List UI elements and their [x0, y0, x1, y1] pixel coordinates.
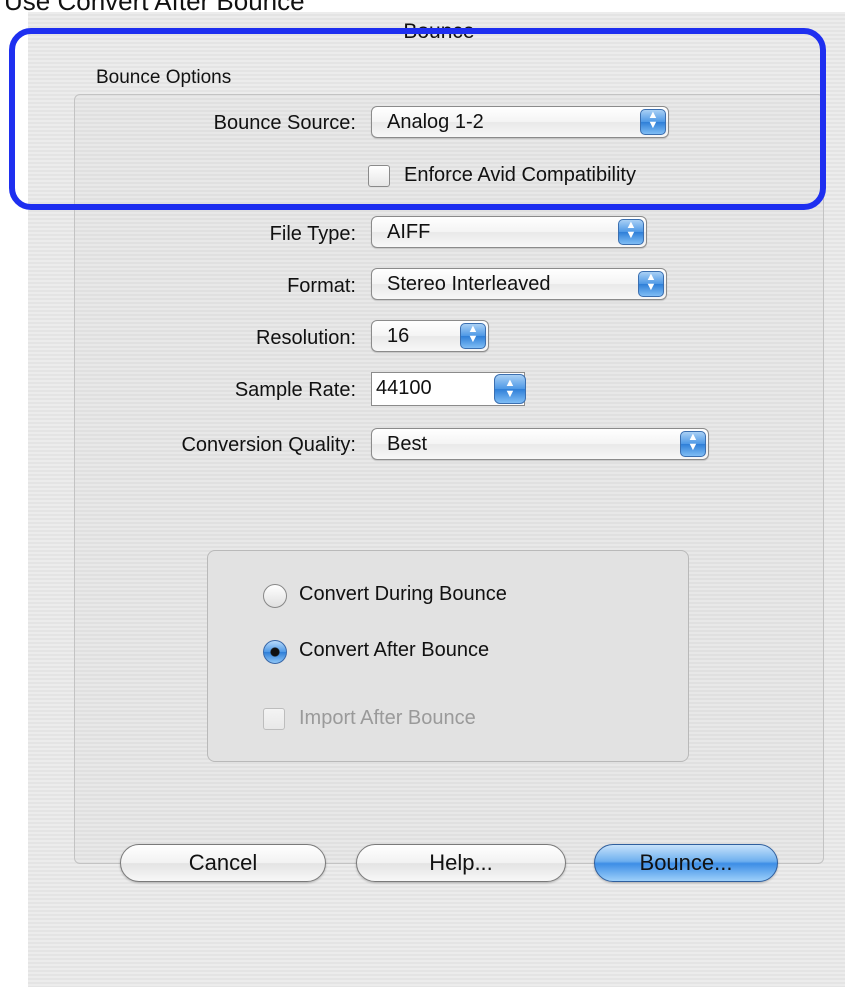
file-type-label: File Type: — [269, 223, 356, 245]
popup-arrows-icon: ▲ ▼ — [640, 109, 666, 135]
bounce-source-label: Bounce Source: — [213, 112, 356, 134]
file-type-popup[interactable]: AIFF ▲ ▼ — [371, 216, 647, 248]
resolution-label: Resolution: — [255, 327, 356, 349]
popup-arrows-icon: ▲ ▼ — [460, 323, 486, 349]
format-value: Stereo Interleaved — [387, 273, 551, 295]
avid-compat-label: Enforce Avid Compatibility — [404, 164, 636, 186]
file-type-value: AIFF — [387, 221, 431, 243]
resolution-value: 16 — [387, 325, 410, 347]
popup-arrows-icon: ▲ ▼ — [494, 374, 526, 404]
bounce-source-popup[interactable]: Analog 1-2 ▲ ▼ — [371, 106, 669, 138]
resolution-popup[interactable]: 16 ▲ ▼ — [371, 320, 489, 352]
bounce-source-value: Analog 1-2 — [387, 111, 484, 133]
sample-rate-value: 44100 — [376, 377, 432, 399]
conversion-quality-label: Conversion Quality: — [181, 434, 356, 456]
convert-after-bounce-label: Convert After Bounce — [299, 639, 490, 661]
help-button[interactable]: Help... — [356, 844, 566, 882]
conversion-quality-popup[interactable]: Best ▲ ▼ — [371, 428, 709, 460]
sample-rate-combo[interactable]: 44100 ▲ ▼ — [371, 372, 526, 406]
popup-arrows-icon: ▲ ▼ — [680, 431, 706, 457]
bounce-button[interactable]: Bounce... — [594, 844, 778, 882]
convert-after-bounce-radio[interactable] — [263, 640, 287, 664]
avid-compat-checkbox[interactable] — [368, 165, 390, 187]
conversion-quality-value: Best — [387, 433, 428, 455]
popup-arrows-icon: ▲ ▼ — [618, 219, 644, 245]
popup-arrows-icon: ▲ ▼ — [638, 271, 664, 297]
import-after-bounce-label: Import After Bounce — [299, 707, 476, 729]
sample-rate-label: Sample Rate: — [234, 379, 356, 401]
group-title: Bounce Options — [96, 67, 232, 88]
format-popup[interactable]: Stereo Interleaved ▲ ▼ — [371, 268, 667, 300]
convert-during-bounce-label: Convert During Bounce — [299, 583, 507, 605]
convert-during-bounce-radio[interactable] — [263, 584, 287, 608]
window-title: Bounce — [403, 20, 475, 43]
import-after-bounce-checkbox — [263, 708, 285, 730]
cancel-button[interactable]: Cancel — [120, 844, 326, 882]
format-label: Format: — [287, 275, 356, 297]
